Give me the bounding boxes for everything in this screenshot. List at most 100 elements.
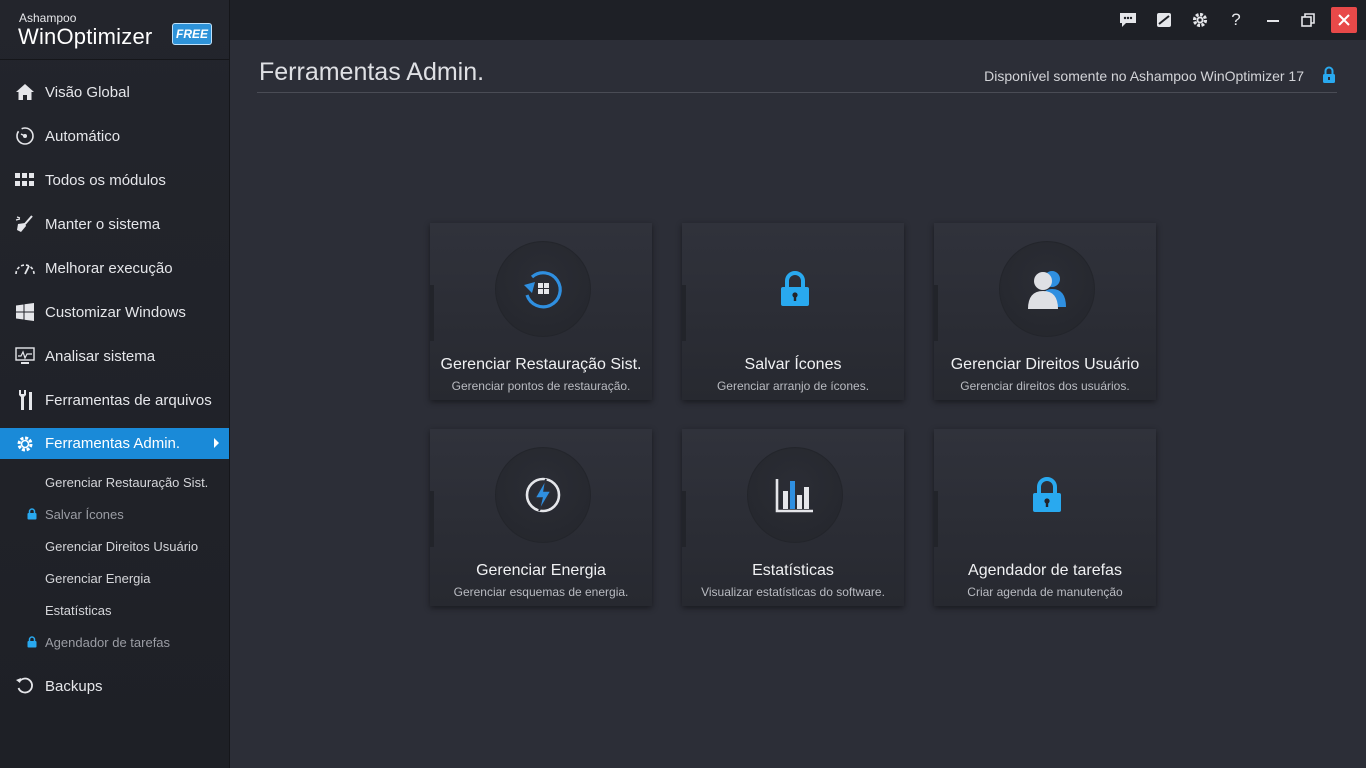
sidebar-item-ferramentas-arquivos[interactable]: Ferramentas de arquivos [0,378,229,422]
card-title: Gerenciar Direitos Usuário [950,356,1140,373]
help-icon: ? [1231,10,1241,29]
close-icon [1338,14,1350,26]
card-estatisticas[interactable]: Estatísticas Visualizar estatísticas do … [682,429,904,606]
sidebar-item-label: Todos os módulos [45,171,166,189]
subitem-gerenciar-direitos[interactable]: Gerenciar Direitos Usuário [0,530,229,562]
main-content: Ferramentas Admin. Disponível somente no… [230,40,1366,768]
card-subtitle: Gerenciar esquemas de energia. [453,585,629,599]
icon-circle [999,241,1095,337]
grid-icon [14,169,36,191]
monitor-chart-icon [14,345,36,367]
card-subtitle: Visualizar estatísticas do software. [701,585,885,599]
broom-icon [14,213,36,235]
sidebar-item-label: Ferramentas de arquivos [45,391,212,409]
card-notch [682,285,686,341]
card-salvar-icones[interactable]: Salvar Ícones Gerenciar arranjo de ícone… [682,223,904,400]
card-notch [682,491,686,547]
minimize-button[interactable] [1260,7,1286,33]
card-notch [430,491,434,547]
skin-button[interactable] [1151,7,1177,33]
subitem-label: Gerenciar Restauração Sist. [45,474,209,490]
subitem-label: Gerenciar Energia [45,570,151,586]
page-title: Ferramentas Admin. [259,58,485,86]
availability-notice: Disponível somente no Ashampoo WinOptimi… [984,68,1304,84]
sidebar: Ashampoo WinOptimizer FREE Visão Global … [0,0,230,768]
title-divider [257,92,1337,93]
brand-small: Ashampoo [19,11,77,25]
gear-icon [14,433,36,455]
sidebar-item-melhorar-execucao[interactable]: Melhorar execução [0,246,229,290]
card-title: Gerenciar Restauração Sist. [440,356,642,373]
skin-icon [1157,13,1171,27]
sidebar-item-label: Customizar Windows [45,303,186,321]
titlebar: ? [230,0,1366,40]
card-agendador-tarefas[interactable]: Agendador de tarefas Criar agenda de man… [934,429,1156,606]
help-button[interactable]: ? [1223,7,1249,33]
card-notch [934,285,938,341]
subitem-label: Estatísticas [45,602,112,618]
home-icon [14,81,36,103]
feedback-icon [1120,13,1136,27]
close-button[interactable] [1331,7,1357,33]
power-icon [525,477,561,513]
restore-window-button[interactable] [1295,7,1321,33]
icon-circle [747,241,843,337]
settings-icon [1192,12,1208,28]
windows-icon [14,301,36,323]
card-gerenciar-restauracao[interactable]: Gerenciar Restauração Sist. Gerenciar po… [430,223,652,400]
lock-icon [1322,66,1336,89]
sidebar-item-ferramentas-admin[interactable]: Ferramentas Admin. [0,428,229,459]
card-title: Salvar Ícones [744,356,842,373]
sidebar-nav: Visão Global Automático Todos os módulos… [0,70,229,708]
card-notch [934,491,938,547]
subitem-salvar-icones[interactable]: Salvar Ícones [0,498,229,530]
sidebar-item-label: Melhorar execução [45,259,173,277]
card-subtitle: Criar agenda de manutenção [967,585,1123,599]
lock-icon [781,271,809,306]
sidebar-item-label: Automático [45,127,121,145]
lock-icon [27,636,37,651]
tools-icon [14,389,36,411]
restore-window-icon [1301,13,1315,27]
card-notch [430,285,434,341]
auto-icon [14,125,36,147]
sidebar-item-manter-sistema[interactable]: Manter o sistema [0,202,229,246]
subitem-label: Agendador de tarefas [45,634,171,650]
sidebar-item-backups[interactable]: Backups [0,664,229,708]
feedback-button[interactable] [1115,7,1141,33]
card-title: Estatísticas [752,562,834,579]
sidebar-item-todos-modulos[interactable]: Todos os módulos [0,158,229,202]
sidebar-item-visao-global[interactable]: Visão Global [0,70,229,114]
sidebar-item-label: Visão Global [45,83,130,101]
app-logo: Ashampoo WinOptimizer FREE [0,0,229,60]
card-subtitle: Gerenciar arranjo de ícones. [716,379,870,393]
subitem-label: Gerenciar Direitos Usuário [45,538,199,554]
bar-chart-icon [775,479,813,513]
sidebar-item-label: Manter o sistema [45,215,161,233]
subitem-gerenciar-restauracao[interactable]: Gerenciar Restauração Sist. [0,466,229,498]
subitem-gerenciar-energia[interactable]: Gerenciar Energia [0,562,229,594]
chevron-right-icon [214,438,219,448]
icon-circle [495,447,591,543]
card-gerenciar-energia[interactable]: Gerenciar Energia Gerenciar esquemas de … [430,429,652,606]
card-subtitle: Gerenciar direitos dos usuários. [960,379,1130,393]
subitem-agendador-tarefas[interactable]: Agendador de tarefas [0,626,229,658]
sidebar-item-label: Backups [45,677,103,695]
restore-icon [14,675,36,697]
card-gerenciar-direitos[interactable]: Gerenciar Direitos Usuário Gerenciar dir… [934,223,1156,400]
sidebar-item-customizar-windows[interactable]: Customizar Windows [0,290,229,334]
sidebar-item-analisar-sistema[interactable]: Analisar sistema [0,334,229,378]
subitem-estatisticas[interactable]: Estatísticas [0,594,229,626]
icon-circle [747,447,843,543]
users-icon [1028,271,1066,309]
settings-button[interactable] [1187,7,1213,33]
subitem-label: Salvar Ícones [45,506,124,522]
system-restore-icon [524,271,562,309]
sidebar-item-automatico[interactable]: Automático [0,114,229,158]
card-subtitle: Gerenciar pontos de restauração. [451,379,631,393]
speedometer-icon [14,257,36,279]
icon-circle [999,447,1095,543]
minimize-icon [1267,20,1279,22]
sidebar-item-label: Ferramentas Admin. [45,435,181,452]
sidebar-item-label: Analisar sistema [45,347,156,365]
